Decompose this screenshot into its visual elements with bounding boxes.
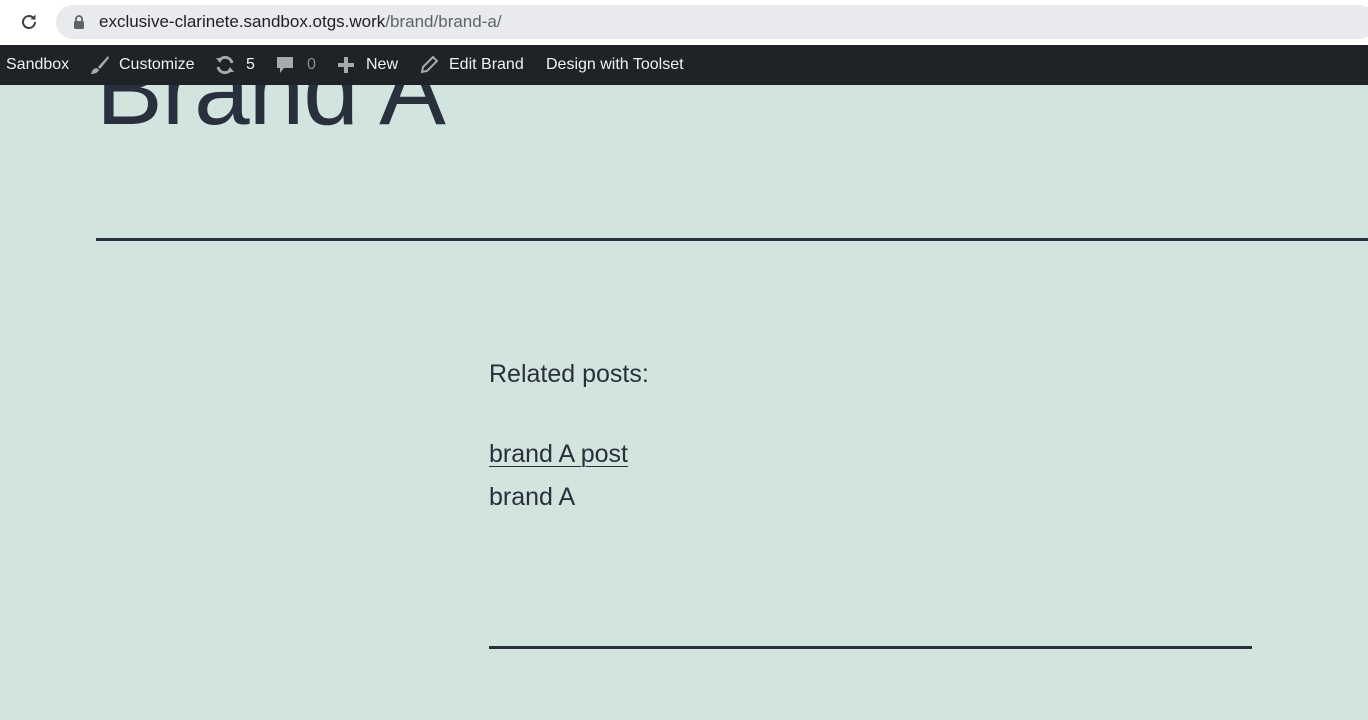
site-name-link[interactable]: Sandbox	[6, 45, 69, 85]
pencil-icon	[420, 56, 438, 74]
paintbrush-icon	[88, 54, 110, 76]
new-label: New	[366, 56, 399, 73]
related-post-link[interactable]: brand A post	[489, 440, 628, 469]
page-title: Brand A	[96, 85, 446, 146]
address-bar[interactable]: exclusive-clarinete.sandbox.otgs.work/br…	[56, 5, 1368, 39]
comment-icon	[275, 55, 295, 75]
design-with-toolset-link[interactable]: Design with Toolset	[546, 45, 684, 85]
edit-brand-link[interactable]: Edit Brand	[420, 45, 524, 85]
comments-link[interactable]: 0	[275, 45, 316, 85]
page-content: Brand A Related posts: brand A post bran…	[0, 85, 1368, 720]
content-separator	[489, 646, 1252, 649]
url-path: /brand/brand-a/	[385, 12, 502, 31]
plus-icon	[337, 56, 355, 74]
customize-label: Customize	[119, 56, 195, 73]
wp-admin-bar: Sandbox Customize 5 0 New Edit Brand Des…	[0, 45, 1368, 85]
updates-link[interactable]: 5	[214, 45, 255, 85]
updates-icon	[214, 54, 236, 76]
customize-link[interactable]: Customize	[88, 45, 195, 85]
title-separator	[96, 238, 1368, 241]
url-text: exclusive-clarinete.sandbox.otgs.work/br…	[99, 12, 502, 32]
edit-brand-label: Edit Brand	[449, 56, 524, 73]
comments-count: 0	[307, 56, 316, 73]
lock-icon	[72, 14, 86, 30]
reload-icon[interactable]	[16, 9, 42, 35]
browser-toolbar: exclusive-clarinete.sandbox.otgs.work/br…	[0, 0, 1368, 45]
new-content-link[interactable]: New	[337, 45, 398, 85]
updates-count: 5	[246, 56, 255, 73]
related-post-brand: brand A	[489, 483, 576, 511]
url-host: exclusive-clarinete.sandbox.otgs.work	[99, 12, 386, 31]
related-posts-label: Related posts:	[489, 360, 649, 388]
